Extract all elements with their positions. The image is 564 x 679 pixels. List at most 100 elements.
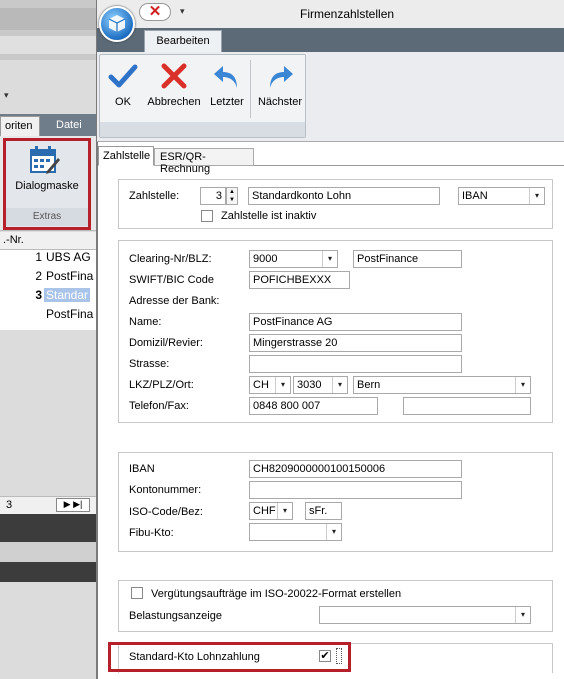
highlight-box <box>108 642 351 672</box>
chevron-down-icon[interactable]: ▾ <box>277 503 292 519</box>
bank-name-input[interactable]: PostFinance AG <box>249 313 462 331</box>
strasse-input[interactable] <box>249 355 462 373</box>
record-navigator-buttons[interactable]: ▶ ▶| <box>56 498 90 512</box>
background-toolbar-strip <box>0 36 97 54</box>
row-name: UBS AG <box>46 250 91 264</box>
chevron-down-icon[interactable]: ▾ <box>326 524 341 540</box>
forward-arrow-icon <box>270 66 293 88</box>
tab-datei[interactable]: Datei <box>44 116 94 136</box>
fibu-select[interactable]: ▾ <box>249 523 342 541</box>
clearing-label: Clearing-Nr/BLZ: <box>129 253 212 265</box>
tab-zahlstelle[interactable]: Zahlstelle <box>98 146 154 166</box>
window-title: Firmenzahlstellen <box>300 7 395 21</box>
plz-value: 3030 <box>297 379 322 391</box>
zahlstelle-number-input[interactable]: 3 <box>200 187 226 205</box>
ribbon-separator <box>250 60 251 118</box>
ok-button[interactable]: OK <box>104 60 142 108</box>
swift-label: SWIFT/BIC Code <box>129 274 214 286</box>
application-menu-icon[interactable] <box>99 6 135 42</box>
back-arrow-icon <box>214 66 237 88</box>
background-panel <box>0 542 97 562</box>
chevron-down-icon[interactable]: ▾ <box>515 377 530 393</box>
dialogmaske-label: Dialogmaske <box>15 180 79 192</box>
background-panel <box>0 514 97 542</box>
kontonummer-label: Kontonummer: <box>129 484 202 496</box>
list-item[interactable]: 1 UBS AG <box>0 250 97 269</box>
domizil-input[interactable]: Mingerstrasse 20 <box>249 334 462 352</box>
letzter-label: Letzter <box>210 96 244 108</box>
row-name: PostFina <box>46 269 94 283</box>
ort-value: Bern <box>357 379 381 391</box>
background-toolbar-strip <box>0 8 97 30</box>
zahlstelle-inactive-checkbox[interactable] <box>201 210 213 222</box>
clearing-name-input[interactable]: PostFinance <box>353 250 462 268</box>
iso20022-label: Vergütungsaufträge im ISO-20022-Format e… <box>151 588 402 600</box>
chevron-down-icon[interactable]: ▾ <box>322 251 337 267</box>
lkz-select[interactable]: CH ▾ <box>249 376 291 394</box>
naechster-label: Nächster <box>257 96 303 108</box>
telefon-label: Telefon/Fax: <box>129 400 189 412</box>
kontonummer-input[interactable] <box>249 481 462 499</box>
zahlstelle-name-input[interactable]: Standardkonto Lohn <box>248 187 440 205</box>
belastung-select[interactable]: ▾ <box>319 606 531 624</box>
iban-label: IBAN <box>129 463 155 475</box>
row-number: 3 <box>35 288 42 302</box>
row-number: 1 <box>35 250 42 264</box>
extras-group-label: Extras <box>6 208 88 226</box>
letzter-button[interactable]: Letzter <box>207 60 247 108</box>
close-icon[interactable]: ✕ <box>139 3 171 21</box>
plz-select[interactable]: 3030 ▾ <box>293 376 348 394</box>
spin-down-icon[interactable]: ▼ <box>227 196 237 204</box>
chevron-down-icon[interactable]: ▾ <box>275 377 290 393</box>
strasse-label: Strasse: <box>129 358 170 370</box>
naechster-button[interactable]: Nächster <box>255 60 305 108</box>
iban-input[interactable]: CH8209000000100150006 <box>249 460 462 478</box>
telefon-input[interactable]: 0848 800 007 <box>249 397 378 415</box>
zahlstelle-spinner[interactable]: ▲ ▼ <box>226 187 238 205</box>
swift-input[interactable]: POFICHBEXXX <box>249 271 350 289</box>
zahlstelle-label: Zahlstelle: <box>129 190 180 202</box>
cube-icon <box>108 15 126 32</box>
list-item[interactable]: 2 PostFina <box>0 269 97 288</box>
iso20022-checkbox[interactable] <box>131 587 143 599</box>
iso-select[interactable]: CHF ▾ <box>249 502 293 520</box>
clearing-select[interactable]: 9000 ▾ <box>249 250 338 268</box>
bank-name-label: Name: <box>129 316 162 328</box>
fax-input[interactable] <box>403 397 531 415</box>
tab-favoriten[interactable]: oriten <box>0 116 40 136</box>
iso-label: ISO-Code/Bez: <box>129 506 203 518</box>
calendar-edit-icon <box>30 146 60 174</box>
belastung-label: Belastungsanzeige <box>129 610 222 622</box>
row-name: PostFina <box>46 307 94 321</box>
chevron-down-icon[interactable]: ▾ <box>529 188 544 204</box>
list-item-selected[interactable]: 3 Standar <box>0 288 97 307</box>
lkz-value: CH <box>253 379 269 391</box>
zahlstelle-type-select[interactable]: IBAN ▾ <box>458 187 545 205</box>
tab-esr-qr-rechnung[interactable]: ESR/QR-Rechnung <box>154 148 254 175</box>
quick-access-dropdown-icon[interactable]: ▾ <box>180 6 185 17</box>
adresse-label: Adresse der Bank: <box>129 295 220 307</box>
ort-select[interactable]: Bern ▾ <box>353 376 531 394</box>
tab-bearbeiten[interactable]: Bearbeiten <box>144 30 222 52</box>
background-list: 1 UBS AG 2 PostFina 3 Standar PostFina <box>0 250 97 330</box>
background-dropdown-arrow-icon[interactable]: ▾ <box>4 90 9 101</box>
ok-label: OK <box>115 96 131 108</box>
fibu-label: Fibu-Kto: <box>129 527 174 539</box>
checkmark-icon <box>108 64 138 88</box>
chevron-down-icon[interactable]: ▾ <box>515 607 530 623</box>
chevron-down-icon[interactable]: ▾ <box>332 377 347 393</box>
grid-column-header[interactable]: .-Nr. <box>0 232 97 250</box>
abbrechen-label: Abbrechen <box>147 96 201 108</box>
spin-up-icon[interactable]: ▲ <box>227 188 237 196</box>
ort-label: LKZ/PLZ/Ort: <box>129 379 194 391</box>
list-item[interactable]: PostFina <box>0 307 97 326</box>
row-number: 2 <box>35 269 42 283</box>
record-navigator-value[interactable]: 3 <box>6 499 12 511</box>
zahlstelle-type-value: IBAN <box>462 190 488 202</box>
ribbon-group-footer <box>100 122 305 137</box>
iso-bez-input[interactable]: sFr. <box>305 502 342 520</box>
zahlstelle-inactive-label: Zahlstelle ist inaktiv <box>221 210 317 222</box>
domizil-label: Domizil/Revier: <box>129 337 203 349</box>
abbrechen-button[interactable]: Abbrechen <box>145 60 203 108</box>
iso-value: CHF <box>253 505 276 517</box>
